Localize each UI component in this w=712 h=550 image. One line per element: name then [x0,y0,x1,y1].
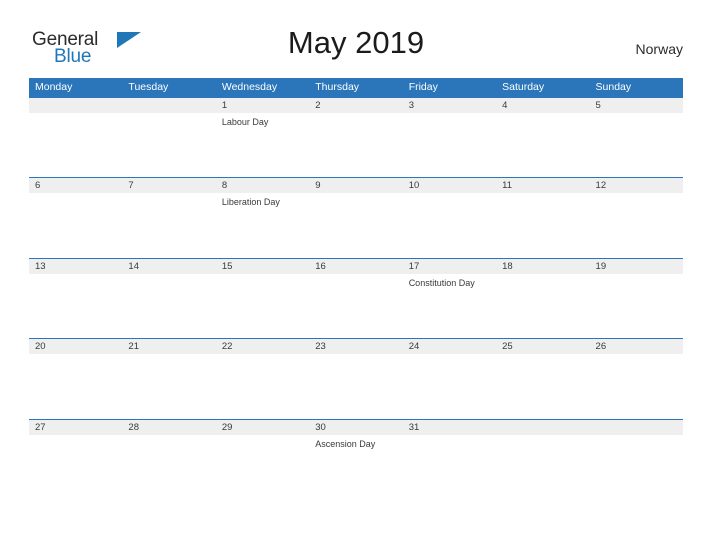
day-event [403,193,496,208]
day-number[interactable]: 16 [309,259,402,274]
day-event [29,354,122,357]
day-event [216,274,309,289]
day-event: Liberation Day [221,197,280,208]
day-number[interactable]: 23 [309,339,402,354]
day-event [309,274,402,289]
day-event: Ascension Day [315,438,376,449]
day-number[interactable]: 8 [216,178,309,193]
day-event [122,113,215,128]
day-event [590,435,683,450]
day-event: Constitution Day [408,277,475,288]
day-number-band: 13 14 15 16 17 18 19 [29,258,683,274]
day-number[interactable]: 4 [496,98,589,113]
day-number[interactable]: 3 [403,98,496,113]
day-number[interactable]: 26 [590,339,683,354]
week-row: 27 28 29 30 31 Ascension Day [29,418,683,499]
calendar-page: General Blue May 2019 Norway Monday Tues… [0,0,712,550]
day-number[interactable]: 6 [29,178,122,193]
day-event [496,354,589,357]
weekday-header-wednesday: Wednesday [221,81,278,93]
day-number[interactable]: 12 [590,178,683,193]
day-event [496,435,589,450]
day-number[interactable]: 19 [590,259,683,274]
day-event [496,113,589,128]
day-event [496,193,589,208]
day-number[interactable]: 15 [216,259,309,274]
day-number[interactable]: 13 [29,259,122,274]
country-label: Norway [635,41,683,57]
day-event [122,354,215,357]
day-number[interactable]: 27 [29,420,122,435]
day-event [403,354,496,357]
day-number[interactable]: 31 [403,420,496,435]
day-number[interactable]: 5 [590,98,683,113]
weekday-header-friday: Friday [408,81,438,93]
weekday-header-row: Monday Tuesday Wednesday Thursday Friday… [29,78,683,97]
day-number[interactable]: 1 [216,98,309,113]
event-band [29,354,683,357]
day-number[interactable]: 17 [403,259,496,274]
day-number[interactable]: 25 [496,339,589,354]
weekday-header-tuesday: Tuesday [128,81,169,93]
day-number[interactable]: 29 [216,420,309,435]
weekday-header-sunday: Sunday [595,81,632,93]
day-number[interactable]: 9 [309,178,402,193]
day-event [29,193,122,208]
weekday-header-saturday: Saturday [502,81,545,93]
event-band: Constitution Day [29,274,683,289]
day-event [216,354,309,357]
day-number-band: 20 21 22 23 24 25 26 [29,339,683,355]
day-event [590,193,683,208]
page-title: May 2019 [287,25,425,60]
day-number[interactable] [29,98,122,113]
day-event [29,435,122,450]
weekday-header-monday: Monday [35,81,73,93]
day-number[interactable]: 18 [496,259,589,274]
weekday-header-thursday: Thursday [315,81,360,93]
day-event [29,274,122,289]
day-event [496,274,589,289]
day-event [590,354,683,357]
day-number[interactable]: 22 [216,339,309,354]
day-event [309,113,402,128]
day-number-band: 27 28 29 30 31 [29,419,683,435]
day-event [122,435,215,450]
week-row: 6 7 8 9 10 11 12 Liberation Day [29,177,683,257]
day-event [309,193,402,208]
day-number[interactable]: 30 [309,420,402,435]
day-event [309,354,402,357]
day-event [403,435,496,450]
event-band: Labour Day [29,113,683,128]
week-row: 1 2 3 4 5 Labour Day [29,97,683,177]
day-event [216,435,309,450]
calendar-grid: Monday Tuesday Wednesday Thursday Friday… [29,78,683,499]
day-number[interactable]: 14 [122,259,215,274]
day-event [403,113,496,128]
day-number[interactable]: 28 [122,420,215,435]
day-number[interactable]: 2 [309,98,402,113]
day-event [29,113,122,128]
day-number-band: 1 2 3 4 5 [29,98,683,113]
event-band: Liberation Day [29,193,683,208]
day-number[interactable]: 24 [403,339,496,354]
week-row: 13 14 15 16 17 18 19 Constitution Day [29,257,683,338]
day-number[interactable] [590,420,683,435]
day-number[interactable]: 7 [122,178,215,193]
day-number[interactable]: 20 [29,339,122,354]
page-header: General Blue May 2019 Norway [29,22,683,72]
day-number[interactable]: 21 [122,339,215,354]
day-event: Labour Day [221,117,269,127]
event-band: Ascension Day [29,435,683,450]
day-event [590,274,683,289]
week-row: 20 21 22 23 24 25 26 [29,338,683,418]
day-event [590,113,683,128]
day-number[interactable]: 10 [403,178,496,193]
day-event [122,193,215,208]
day-number[interactable] [496,420,589,435]
day-number-band: 6 7 8 9 10 11 12 [29,178,683,194]
day-number[interactable]: 11 [496,178,589,193]
day-event [122,274,215,289]
day-number[interactable] [122,98,215,113]
